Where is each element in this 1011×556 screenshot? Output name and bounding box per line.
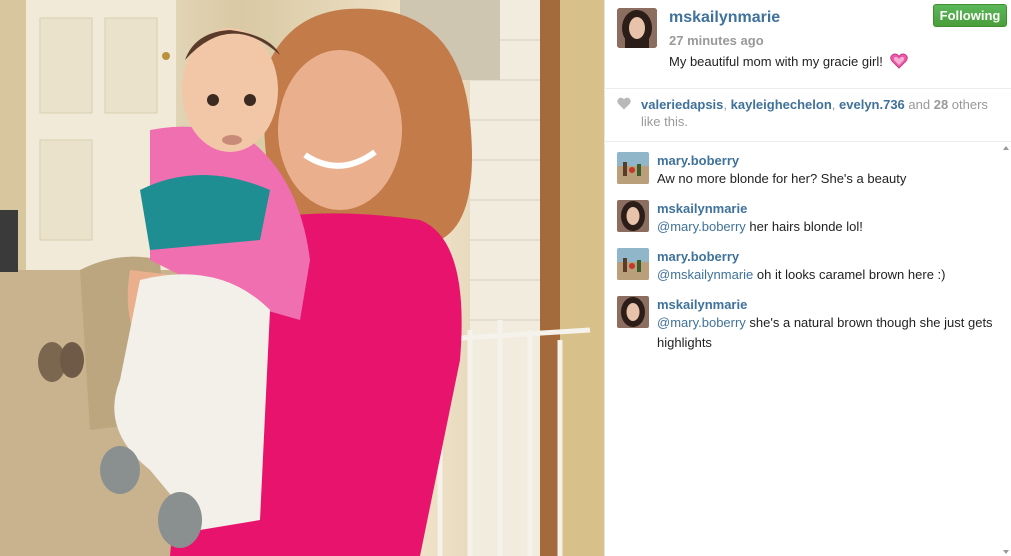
likes-separator: ,	[723, 97, 731, 112]
comment-mention[interactable]: @mary.boberry	[657, 315, 746, 330]
comment-text: @mary.boberry her hairs blonde lol!	[657, 217, 993, 237]
likes-section: valeriedapsis, kayleighechelon, evelyn.7…	[605, 89, 1011, 142]
commenter-avatar[interactable]	[617, 248, 649, 280]
comment-text: @mskailynmarie oh it looks caramel brown…	[657, 265, 993, 285]
liker-link[interactable]: evelyn.736	[839, 97, 905, 112]
likes-separator: ,	[831, 97, 840, 112]
comment-text: Aw no more blonde for her? She's a beaut…	[657, 169, 993, 189]
comment-mention[interactable]: @mskailynmarie	[657, 267, 753, 282]
scroll-down-icon[interactable]	[1003, 550, 1009, 554]
comment-body: her hairs blonde lol!	[745, 219, 863, 234]
owner-username[interactable]: mskailynmarie	[669, 9, 780, 27]
scroll-up-icon[interactable]	[1003, 146, 1009, 150]
comment-username[interactable]: mskailynmarie	[657, 297, 747, 312]
post-caption: My beautiful mom with my gracie girl!	[669, 53, 909, 72]
comment-username[interactable]: mskailynmarie	[657, 201, 747, 216]
comment-username[interactable]: mary.boberry	[657, 249, 739, 264]
heart-emoji-icon	[890, 53, 909, 72]
following-button[interactable]: Following	[933, 4, 1007, 27]
commenter-avatar[interactable]	[617, 152, 649, 184]
commenter-avatar[interactable]	[617, 200, 649, 232]
commenter-avatar[interactable]	[617, 296, 649, 328]
comment-mention[interactable]: @mary.boberry	[657, 219, 746, 234]
comment-body: Aw no more blonde for her? She's a beaut…	[657, 171, 907, 186]
likes-text: valeriedapsis, kayleighechelon, evelyn.7…	[641, 96, 1007, 130]
liker-link[interactable]: kayleighechelon	[731, 97, 832, 112]
likes-and: and	[904, 97, 934, 112]
liker-link[interactable]: valeriedapsis	[641, 97, 723, 112]
details-panel: mskailynmarie 27 minutes ago My beautifu…	[604, 0, 1011, 556]
post-photo[interactable]	[0, 0, 604, 556]
owner-avatar[interactable]	[617, 8, 657, 48]
like-heart-icon[interactable]	[617, 97, 631, 113]
comment-list: mary.boberry Aw no more blonde for her? …	[605, 142, 1011, 556]
comments-scrollbar[interactable]	[1003, 146, 1009, 554]
comment-text: @mary.boberry she's a natural brown thou…	[657, 313, 993, 353]
comment-username[interactable]: mary.boberry	[657, 153, 739, 168]
post-timestamp: 27 minutes ago	[669, 33, 764, 48]
post-header: mskailynmarie 27 minutes ago My beautifu…	[605, 0, 1011, 89]
comment-body: oh it looks caramel brown here :)	[753, 267, 946, 282]
likes-other-count[interactable]: 28	[934, 97, 948, 112]
caption-text: My beautiful mom with my gracie girl!	[669, 53, 883, 69]
photo-illustration	[0, 0, 604, 556]
